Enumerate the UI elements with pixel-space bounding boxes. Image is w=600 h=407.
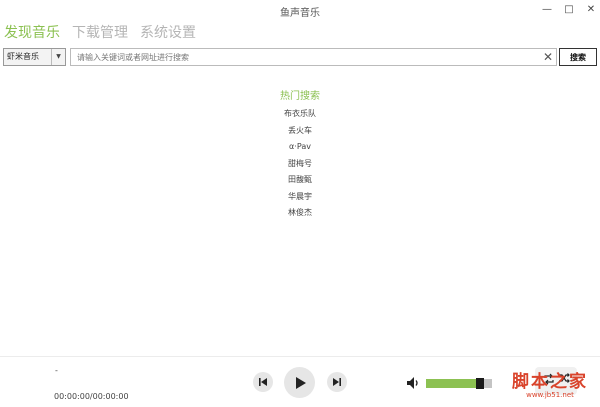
volume-thumb[interactable] bbox=[476, 378, 485, 389]
close-window-button[interactable]: ✕ bbox=[584, 3, 598, 17]
volume-level bbox=[426, 379, 481, 388]
watermark-logo: 脚本之家 bbox=[512, 372, 588, 392]
next-button[interactable] bbox=[327, 372, 347, 392]
search-button[interactable]: 搜索 bbox=[559, 48, 597, 66]
search-row: 虾米音乐 ▼ ✕ 搜索 bbox=[3, 48, 597, 66]
hot-search-item[interactable]: 林俊杰 bbox=[0, 205, 600, 222]
play-icon bbox=[295, 376, 306, 389]
window-title: 鱼声音乐 bbox=[280, 8, 320, 19]
time-display: 00:00:00/00:00:00 bbox=[54, 392, 129, 401]
hot-search-list: 布衣乐队 丢火车 α·Pav 甜梅号 田馥甄 华晨宇 林俊杰 bbox=[0, 106, 600, 222]
prev-icon bbox=[259, 378, 267, 386]
tab-download-manager[interactable]: 下载管理 bbox=[72, 22, 128, 44]
chevron-down-icon[interactable]: ▼ bbox=[51, 49, 65, 65]
hot-search-item[interactable]: 田馥甄 bbox=[0, 172, 600, 189]
tab-discover-music[interactable]: 发现音乐 bbox=[4, 22, 60, 44]
play-button[interactable] bbox=[284, 367, 315, 398]
hot-search-item[interactable]: 甜梅号 bbox=[0, 156, 600, 173]
search-input[interactable] bbox=[70, 48, 557, 66]
source-select-value: 虾米音乐 bbox=[7, 52, 39, 61]
next-icon bbox=[333, 378, 341, 386]
title-bar: 鱼声音乐 — □ ✕ bbox=[0, 0, 600, 22]
hot-search-title: 热门搜索 bbox=[280, 91, 320, 102]
hot-search-item[interactable]: 华晨宇 bbox=[0, 189, 600, 206]
volume-icon[interactable] bbox=[407, 377, 421, 389]
track-name: - bbox=[55, 366, 58, 375]
main-nav-tabs: 发现音乐 下载管理 系统设置 bbox=[4, 22, 196, 44]
watermark: 脚本之家 www.jb51.net bbox=[502, 367, 598, 403]
hot-search-item[interactable]: α·Pav bbox=[0, 139, 600, 156]
volume-slider[interactable] bbox=[426, 378, 492, 389]
maximize-button[interactable]: □ bbox=[562, 3, 576, 17]
hot-search-item[interactable]: 丢火车 bbox=[0, 123, 600, 140]
close-icon[interactable]: ✕ bbox=[541, 49, 555, 65]
previous-button[interactable] bbox=[253, 372, 273, 392]
tab-system-settings[interactable]: 系统设置 bbox=[140, 22, 196, 44]
source-select[interactable]: 虾米音乐 ▼ bbox=[3, 48, 66, 66]
watermark-url: www.jb51.net bbox=[526, 391, 574, 399]
hot-search-item[interactable]: 布衣乐队 bbox=[0, 106, 600, 123]
minimize-button[interactable]: — bbox=[540, 3, 554, 17]
